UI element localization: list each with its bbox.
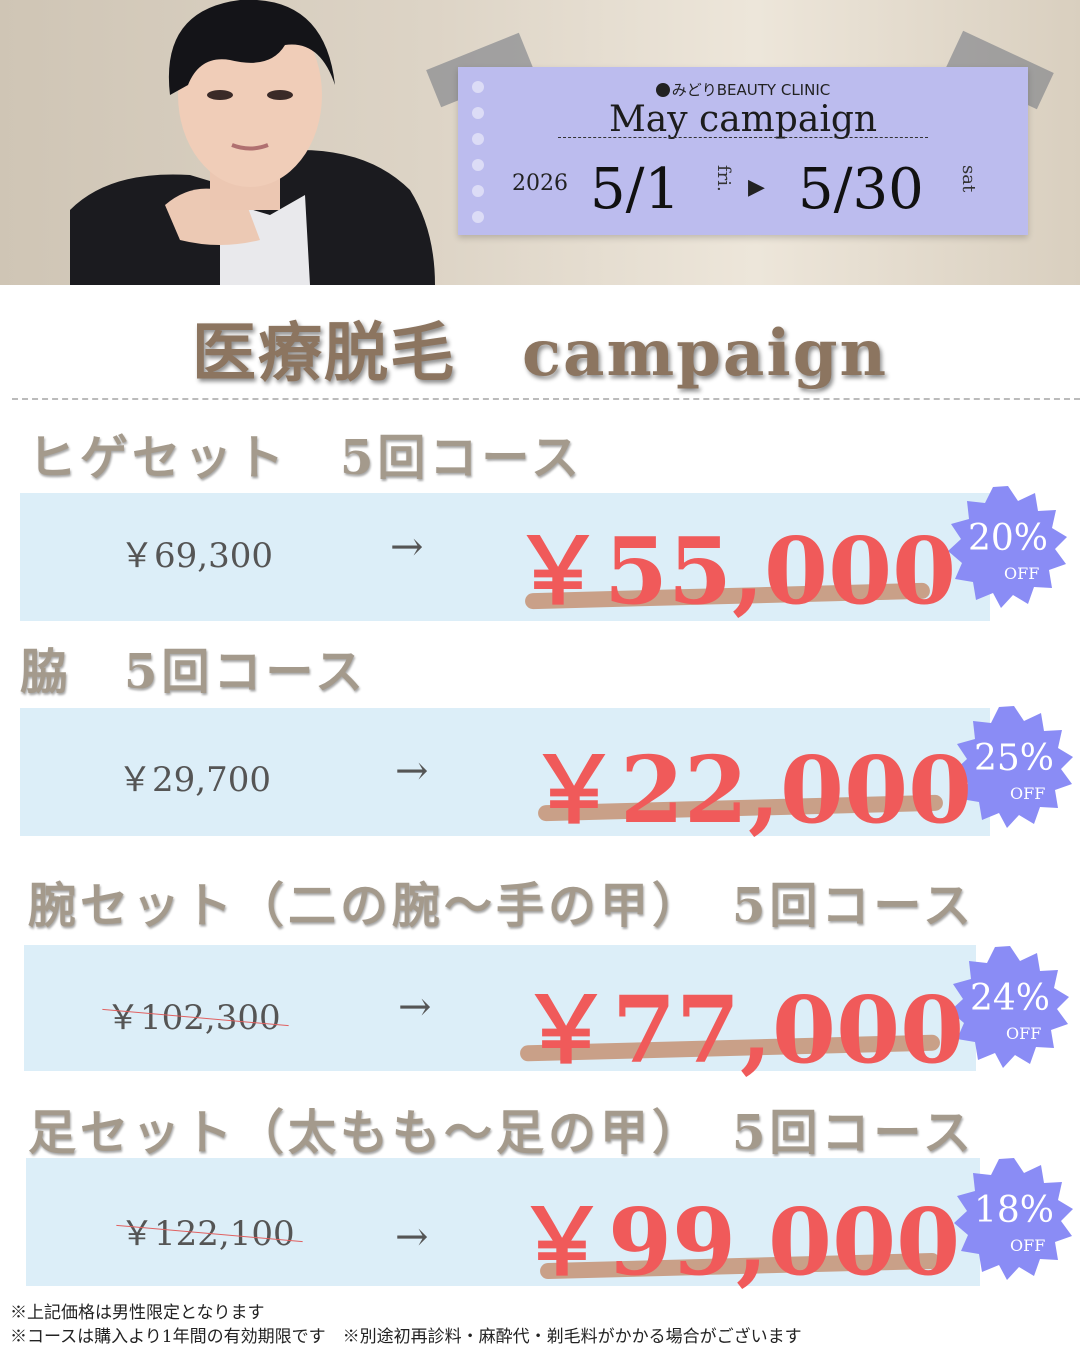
course-label: 腕セット（二の腕～手の甲） 5回コース	[28, 878, 976, 934]
start-date: 5/1	[590, 157, 681, 222]
discount-off: OFF	[1004, 564, 1040, 583]
footnote: ※上記価格は男性限定となります	[10, 1303, 265, 1323]
discount-off: OFF	[1010, 1236, 1046, 1255]
old-price: ￥29,700	[118, 752, 271, 801]
brand-dot-icon	[655, 83, 670, 97]
new-price: ￥99,000	[516, 1188, 961, 1296]
new-price: ￥55,000	[512, 517, 957, 625]
discount-badge: 20% OFF	[946, 486, 1070, 610]
discount-off: OFF	[1010, 784, 1046, 803]
course-label: 脇 5回コース	[20, 644, 367, 700]
old-price-text: ￥69,300	[120, 536, 273, 576]
clinic-brand: みどりBEAUTY CLINIC	[458, 79, 1028, 100]
discount-off: OFF	[1006, 1024, 1042, 1043]
course-label: ヒゲセット 5回コース	[28, 430, 583, 486]
old-price: ￥102,300	[102, 990, 289, 1039]
arrow-icon: →	[395, 1214, 429, 1260]
arrow-icon: →	[395, 748, 429, 794]
old-price-text: ￥122,100	[120, 1214, 295, 1254]
play-arrow-icon: ▶	[748, 175, 765, 200]
arrow-icon: →	[398, 984, 432, 1030]
brand-name: みどりBEAUTY CLINIC	[671, 81, 831, 99]
end-date: 5/30	[798, 157, 924, 222]
discount-badge: 24% OFF	[948, 946, 1072, 1070]
old-price-text: ￥29,700	[118, 760, 271, 800]
arrow-icon: →	[390, 524, 424, 570]
old-price: ￥69,300	[120, 528, 273, 577]
campaign-name: May campaign	[608, 99, 878, 140]
campaign-year: 2026	[512, 171, 568, 196]
ticket-hole	[472, 185, 484, 197]
old-price: ￥122,100	[116, 1206, 303, 1255]
campaign-ticket: みどりBEAUTY CLINIC May campaign 2026 5/1 f…	[458, 67, 1028, 235]
old-price-text: ￥102,300	[106, 998, 281, 1038]
new-price: ￥22,000	[528, 736, 973, 844]
discount-percent: 24%	[969, 978, 1050, 1019]
campaign-underline	[558, 137, 928, 138]
model-photo	[70, 0, 440, 285]
page-title: 医療脱毛 campaign	[192, 316, 888, 391]
new-price: ￥77,000	[520, 976, 965, 1084]
discount-badge: 18% OFF	[952, 1158, 1076, 1282]
dashed-divider	[12, 398, 1080, 400]
end-weekday: sat	[958, 165, 979, 193]
course-label: 足セット（太もも～足の甲） 5回コース	[28, 1105, 976, 1161]
ticket-hole	[472, 211, 484, 223]
ticket-hole	[472, 159, 484, 171]
discount-percent: 20%	[967, 518, 1048, 559]
discount-percent: 18%	[973, 1190, 1054, 1231]
footnote: ※コースは購入より1年間の有効期限です ※別途初再診料・麻酔代・剃毛料がかかる場…	[10, 1327, 802, 1347]
start-weekday: fri.	[713, 165, 734, 192]
